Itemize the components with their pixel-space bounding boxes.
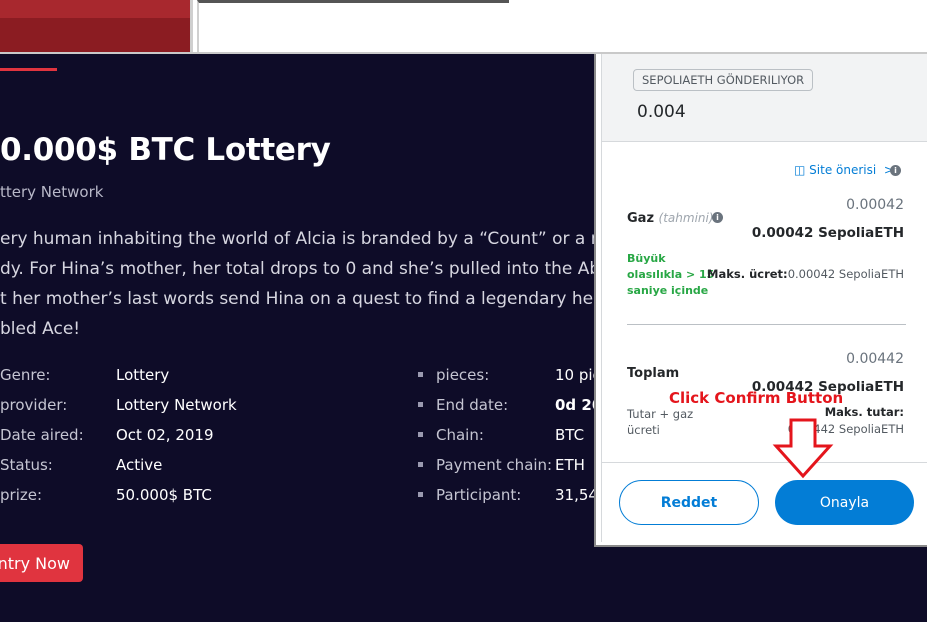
wallet-popup: SEPOLIAETH GÖNDERILIYOR 0.004 ◫ Site öne… [594, 54, 927, 547]
site-suggestion-link[interactable]: ◫ Site önerisi > [794, 163, 894, 177]
detail-label-status: Status: [0, 456, 53, 474]
footer-divider [602, 462, 927, 463]
max-fee-value: 0.00042 SepoliaETH [787, 267, 904, 281]
description-line: ery human inhabiting the world of Alcia … [0, 229, 613, 249]
page-title: 0.000$ BTC Lottery [0, 132, 331, 168]
bullet-icon [418, 402, 423, 407]
detail-value-status: Active [116, 456, 163, 474]
gas-amount-secondary: 0.00042 [846, 197, 904, 213]
amount-gas-line: Tutar + gaz [627, 407, 694, 421]
likely-line: Büyük [627, 252, 666, 265]
detail-label-date-aired: Date aired: [0, 426, 84, 444]
detail-label-provider: provider: [0, 396, 68, 414]
detail-label-end-date: End date: [436, 396, 509, 414]
detail-label-participant: Participant: [436, 486, 522, 504]
detail-value-prize: 50.000$ BTC [116, 486, 212, 504]
info-icon[interactable]: i [712, 212, 723, 223]
entry-now-button[interactable]: ntry Now [0, 544, 83, 582]
popup-header: SEPOLIAETH GÖNDERILIYOR 0.004 [602, 54, 927, 142]
description-line: t her mother’s last words send Hina on a… [0, 289, 601, 309]
accent-bar [0, 68, 57, 71]
instruction-annotation: Click Confirm Button [669, 389, 844, 407]
gas-amount-primary: 0.00042 SepoliaETH [751, 225, 904, 241]
page-subtitle: ttery Network [0, 183, 104, 201]
send-amount: 0.004 [637, 102, 686, 122]
site-suggestion-icon: ◫ [794, 163, 806, 177]
max-fee-label: Maks. ücret: [707, 267, 788, 281]
detail-label-prize: prize: [0, 486, 43, 504]
bullet-icon [418, 492, 423, 497]
detail-value-payment-chain: ETH [555, 456, 585, 474]
max-total-label: Maks. tutar: [824, 405, 904, 419]
top-strip [0, 0, 927, 54]
gas-estimated: (tahmini) [658, 211, 714, 225]
description-line: bled Ace! [0, 319, 81, 339]
detail-label-chain: Chain: [436, 426, 484, 444]
detail-label-payment-chain: Payment chain: [436, 456, 553, 474]
reject-button[interactable]: Reddet [619, 480, 759, 525]
tab-thumbnail-white[interactable] [197, 0, 509, 52]
likely-line: olasılıkla > 15 [627, 268, 715, 281]
likely-line: saniye içinde [627, 284, 709, 297]
description-line: dy. For Hina’s mother, her total drops t… [0, 259, 611, 279]
amount-plus-gas-label: Tutar + gaz ücreti [627, 406, 693, 438]
bullet-icon [418, 372, 423, 377]
amount-gas-line: ücreti [627, 423, 660, 437]
detail-label-genre: Genre: [0, 366, 51, 384]
info-icon[interactable]: i [890, 165, 901, 176]
down-arrow-icon [772, 418, 834, 479]
confirm-button[interactable]: Onayla [775, 480, 914, 525]
bullet-icon [418, 462, 423, 467]
detail-value-participant: 31,54 [555, 486, 598, 504]
likely-time-text: Büyük olasılıkla > 15 saniye içinde [627, 251, 714, 299]
total-amount-secondary: 0.00442 [846, 351, 904, 367]
detail-label-pieces: pieces: [436, 366, 490, 384]
section-divider [627, 324, 906, 325]
detail-value-date-aired: Oct 02, 2019 [116, 426, 214, 444]
detail-value-provider: Lottery Network [116, 396, 237, 414]
gas-label: Gaz (tahmini) [627, 211, 714, 226]
detail-value-chain: BTC [555, 426, 585, 444]
tab-thumbnail-red[interactable] [0, 0, 193, 52]
detail-value-genre: Lottery [116, 366, 170, 384]
total-label: Toplam [627, 366, 680, 381]
bullet-icon [418, 432, 423, 437]
site-suggestion-label: Site önerisi [809, 163, 877, 177]
sending-badge: SEPOLIAETH GÖNDERILIYOR [633, 69, 814, 91]
gas-title: Gaz [627, 211, 655, 226]
